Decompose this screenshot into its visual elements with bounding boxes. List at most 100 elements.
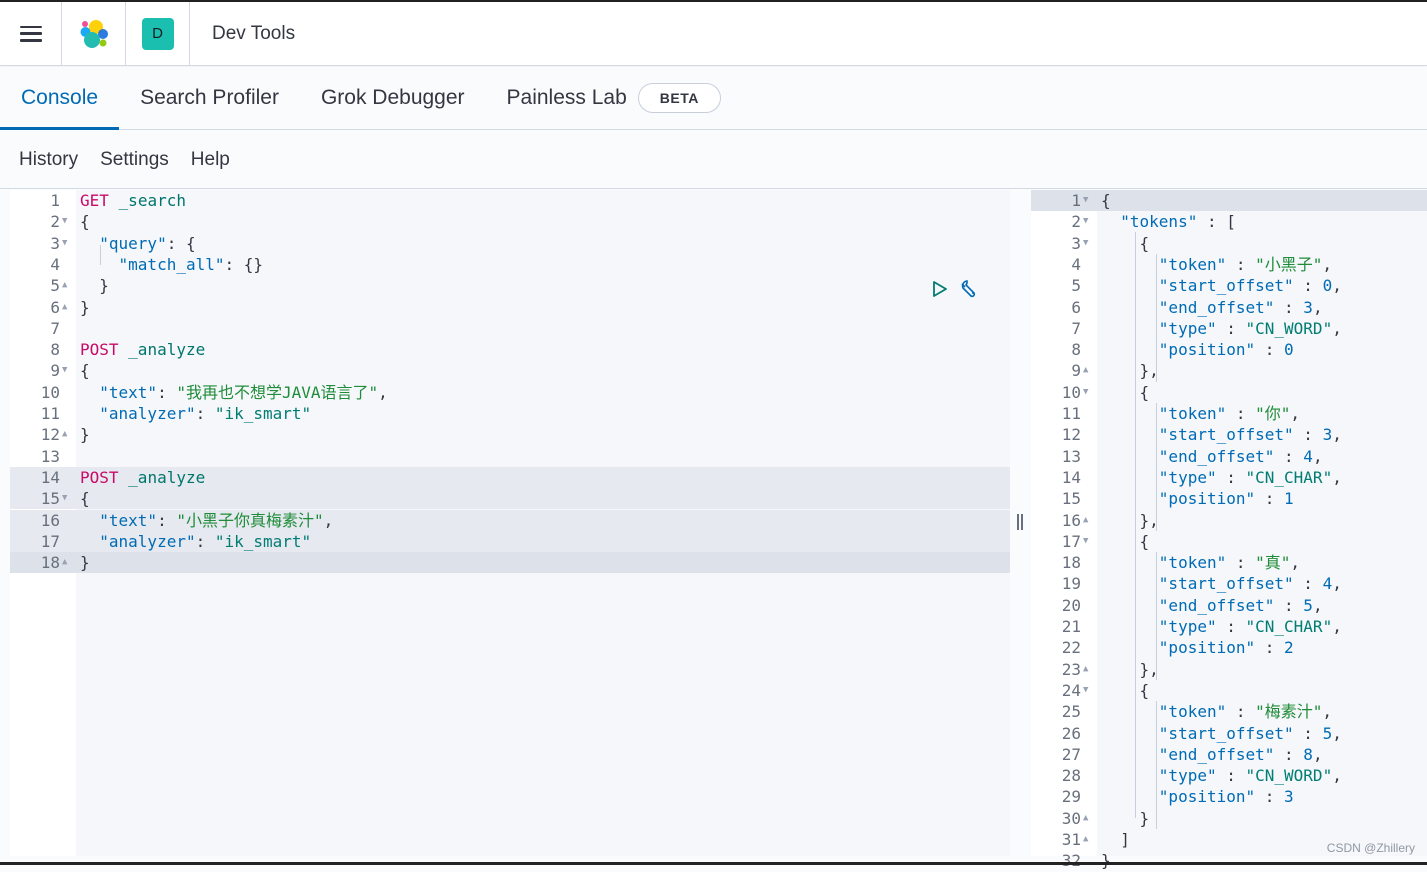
code-line[interactable]: 14 "type" : "CN_CHAR", bbox=[1031, 467, 1427, 488]
hamburger-menu-icon[interactable] bbox=[20, 26, 42, 42]
help-link[interactable]: Help bbox=[191, 149, 230, 171]
code-line[interactable]: 19 "start_offset" : 4, bbox=[1031, 573, 1427, 594]
code-text: "position" : 3 bbox=[1101, 786, 1294, 807]
response-viewer[interactable]: 1▼{2▼ "tokens" : [3▼ {4 "token" : "小黑子",… bbox=[1031, 190, 1427, 856]
code-line[interactable]: 18▲} bbox=[10, 552, 1010, 573]
code-token: } bbox=[80, 276, 109, 295]
pane-resizer[interactable] bbox=[1015, 510, 1025, 534]
fold-expand-icon[interactable]: ▲ bbox=[1083, 659, 1088, 680]
tab-label: Search Profiler bbox=[140, 86, 279, 110]
code-line[interactable]: 2▼ "tokens" : [ bbox=[1031, 211, 1427, 232]
fold-collapse-icon[interactable]: ▼ bbox=[1083, 680, 1088, 701]
code-line[interactable]: 12 "start_offset" : 3, bbox=[1031, 424, 1427, 445]
fold-collapse-icon[interactable]: ▼ bbox=[62, 488, 67, 509]
fold-collapse-icon[interactable]: ▼ bbox=[1083, 211, 1088, 232]
code-line[interactable]: 14POST _analyze bbox=[10, 467, 1010, 488]
code-line[interactable]: 3▼ { bbox=[1031, 233, 1427, 254]
fold-collapse-icon[interactable]: ▼ bbox=[1083, 190, 1088, 211]
code-line[interactable]: 6 "end_offset" : 3, bbox=[1031, 297, 1427, 318]
code-line[interactable]: 1GET _search bbox=[10, 190, 1010, 211]
code-line[interactable]: 9▲ }, bbox=[1031, 360, 1427, 381]
settings-link[interactable]: Settings bbox=[100, 149, 169, 171]
code-line[interactable]: 7 "type" : "CN_WORD", bbox=[1031, 318, 1427, 339]
code-line[interactable]: 21 "type" : "CN_CHAR", bbox=[1031, 616, 1427, 637]
fold-expand-icon[interactable]: ▲ bbox=[62, 297, 67, 318]
code-token: "start_offset" bbox=[1159, 425, 1294, 444]
code-line[interactable]: 18 "token" : "真", bbox=[1031, 552, 1427, 573]
play-icon[interactable] bbox=[930, 279, 950, 299]
code-line[interactable]: 10▼ { bbox=[1031, 382, 1427, 403]
code-line[interactable]: 16▲ }, bbox=[1031, 510, 1427, 531]
history-link[interactable]: History bbox=[19, 149, 78, 171]
watermark: CSDN @Zhillery bbox=[1327, 841, 1415, 855]
code-line[interactable]: 25 "token" : "梅素汁", bbox=[1031, 701, 1427, 722]
fold-expand-icon[interactable]: ▲ bbox=[1083, 360, 1088, 381]
wrench-icon[interactable] bbox=[960, 279, 980, 299]
code-token: 0 bbox=[1284, 340, 1294, 359]
fold-expand-icon[interactable]: ▲ bbox=[62, 424, 67, 445]
code-line[interactable]: 26 "start_offset" : 5, bbox=[1031, 723, 1427, 744]
line-number: 29 bbox=[1031, 786, 1081, 807]
code-line[interactable]: 23▲ }, bbox=[1031, 659, 1427, 680]
code-line[interactable]: 17▼ { bbox=[1031, 531, 1427, 552]
code-line[interactable]: 10 "text": "我再也不想学JAVA语言了", bbox=[10, 382, 1010, 403]
code-line[interactable]: 2▼{ bbox=[10, 211, 1010, 232]
home-link[interactable] bbox=[62, 2, 126, 66]
code-line[interactable]: 30▲ } bbox=[1031, 808, 1427, 829]
top-header: D Dev Tools bbox=[0, 2, 1427, 66]
elastic-logo-icon[interactable] bbox=[78, 18, 110, 50]
code-line[interactable]: 20 "end_offset" : 5, bbox=[1031, 595, 1427, 616]
fold-collapse-icon[interactable]: ▼ bbox=[62, 360, 67, 381]
code-token: 3 bbox=[1323, 425, 1333, 444]
space-avatar[interactable]: D bbox=[142, 18, 174, 50]
code-line[interactable]: 15▼{ bbox=[10, 488, 1010, 509]
code-line[interactable]: 22 "position" : 2 bbox=[1031, 637, 1427, 658]
code-line[interactable]: 11 "token" : "你", bbox=[1031, 403, 1427, 424]
code-line[interactable]: 5▲ } bbox=[10, 275, 1010, 296]
fold-expand-icon[interactable]: ▲ bbox=[62, 552, 67, 573]
menu-toggle[interactable] bbox=[0, 2, 62, 66]
fold-collapse-icon[interactable]: ▼ bbox=[62, 233, 67, 254]
fold-expand-icon[interactable]: ▲ bbox=[62, 275, 67, 296]
code-line[interactable]: 12▲} bbox=[10, 424, 1010, 445]
line-number: 25 bbox=[1031, 701, 1081, 722]
code-line[interactable]: 1▼{ bbox=[1031, 190, 1427, 211]
code-line[interactable]: 8POST _analyze bbox=[10, 339, 1010, 360]
fold-collapse-icon[interactable]: ▼ bbox=[1083, 531, 1088, 552]
code-line[interactable]: 4 "token" : "小黑子", bbox=[1031, 254, 1427, 275]
tab-painless-lab[interactable]: Painless LabBETA bbox=[486, 67, 742, 129]
code-line[interactable]: 4 "match_all": {} bbox=[10, 254, 1010, 275]
code-line[interactable]: 8 "position" : 0 bbox=[1031, 339, 1427, 360]
code-token bbox=[1101, 298, 1159, 317]
request-editor[interactable]: 1GET _search2▼{3▼ "query": {4 "match_all… bbox=[10, 190, 1010, 856]
line-number: 13 bbox=[10, 446, 60, 467]
code-line[interactable]: 27 "end_offset" : 8, bbox=[1031, 744, 1427, 765]
code-line[interactable]: 6▲} bbox=[10, 297, 1010, 318]
code-token: "ik_smart" bbox=[215, 404, 311, 423]
code-line[interactable]: 15 "position" : 1 bbox=[1031, 488, 1427, 509]
code-line[interactable]: 9▼{ bbox=[10, 360, 1010, 381]
code-line[interactable]: 3▼ "query": { bbox=[10, 233, 1010, 254]
space-selector[interactable]: D bbox=[126, 2, 190, 66]
code-line[interactable]: 24▼ { bbox=[1031, 680, 1427, 701]
tab-console[interactable]: Console bbox=[0, 67, 119, 129]
fold-collapse-icon[interactable]: ▼ bbox=[62, 211, 67, 232]
code-line[interactable]: 28 "type" : "CN_WORD", bbox=[1031, 765, 1427, 786]
fold-collapse-icon[interactable]: ▼ bbox=[1083, 233, 1088, 254]
code-line[interactable]: 13 bbox=[10, 446, 1010, 467]
fold-expand-icon[interactable]: ▲ bbox=[1083, 829, 1088, 850]
code-line[interactable]: 16 "text": "小黑子你真梅素汁", bbox=[10, 510, 1010, 531]
fold-expand-icon[interactable]: ▲ bbox=[1083, 808, 1088, 829]
code-line[interactable]: 7 bbox=[10, 318, 1010, 339]
code-line[interactable]: 13 "end_offset" : 4, bbox=[1031, 446, 1427, 467]
tab-label: Painless Lab bbox=[507, 86, 627, 110]
tab-search-profiler[interactable]: Search Profiler bbox=[119, 67, 300, 129]
fold-collapse-icon[interactable]: ▼ bbox=[1083, 382, 1088, 403]
code-line[interactable]: 17 "analyzer": "ik_smart" bbox=[10, 531, 1010, 552]
code-line[interactable]: 29 "position" : 3 bbox=[1031, 786, 1427, 807]
tab-grok-debugger[interactable]: Grok Debugger bbox=[300, 67, 486, 129]
code-line[interactable]: 11 "analyzer": "ik_smart" bbox=[10, 403, 1010, 424]
code-text: "text": "我再也不想学JAVA语言了", bbox=[80, 382, 388, 403]
fold-expand-icon[interactable]: ▲ bbox=[1083, 510, 1088, 531]
code-line[interactable]: 5 "start_offset" : 0, bbox=[1031, 275, 1427, 296]
